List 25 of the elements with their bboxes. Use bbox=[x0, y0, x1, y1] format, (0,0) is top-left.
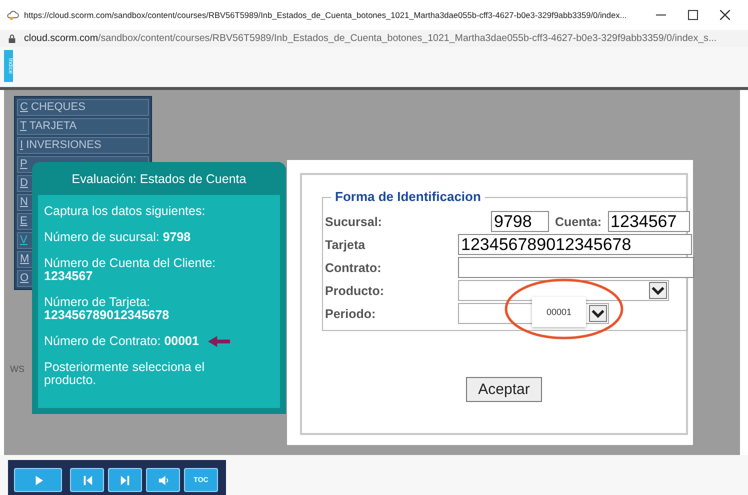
dialog-title: Evaluación: Estados de Cuenta bbox=[70, 171, 248, 188]
tarjeta-field[interactable]: 123456789012345678 bbox=[458, 234, 692, 255]
sucursal-field[interactable]: 9798 bbox=[491, 211, 549, 232]
instruction-text: Número de sucursal: 9798 bbox=[44, 231, 191, 244]
faded-label: WS bbox=[10, 364, 24, 374]
menu-item[interactable]: T TARJETA bbox=[17, 118, 149, 135]
instruction-text: Número de Tarjeta: 123456789012345678 bbox=[44, 296, 170, 322]
instruction-text: Posteriormente selecciona el producto. bbox=[44, 361, 206, 387]
instruction-text: Captura los datos siguientes: bbox=[44, 205, 206, 218]
field-label: Sucursal: bbox=[325, 214, 383, 228]
instruction-text: Número de Contrato: 00001 bbox=[44, 335, 199, 348]
address-text: cloud.scorm.com/sandbox/content/courses/RBV56T5989/Inb_Estados_de_Cuenta_botones_1021_Martha3dae055b-cff3-4627-b0e3-329f9abb3359/0/index_s... bbox=[24, 33, 717, 44]
field-label: Tarjeta bbox=[325, 238, 366, 252]
accept-button[interactable]: Aceptar bbox=[466, 377, 542, 402]
menu-item[interactable]: I INVERSIONES bbox=[17, 137, 149, 154]
field-label: Producto: bbox=[325, 284, 386, 298]
tooltip: 00001 bbox=[532, 297, 586, 327]
menu-item[interactable]: C CHEQUES bbox=[17, 99, 149, 116]
field-label: Periodo: bbox=[325, 306, 377, 320]
cuenta-field[interactable]: 1234567 bbox=[608, 211, 690, 232]
form-legend: Forma de Identificacion bbox=[331, 189, 485, 204]
window-url: https://cloud.scorm.com/sandbox/content/courses/RBV56T5989/Inb_Estados_de_Cuenta_botones_1021_Martha3dae055b-cff3-4627-b0e3-329f9abb3359/0/index... bbox=[24, 10, 628, 20]
field-label: Cuenta: bbox=[555, 214, 602, 228]
instruction-text: Número de Cuenta del Cliente: 1234567 bbox=[44, 257, 217, 283]
field-label: Contrato: bbox=[325, 260, 382, 274]
